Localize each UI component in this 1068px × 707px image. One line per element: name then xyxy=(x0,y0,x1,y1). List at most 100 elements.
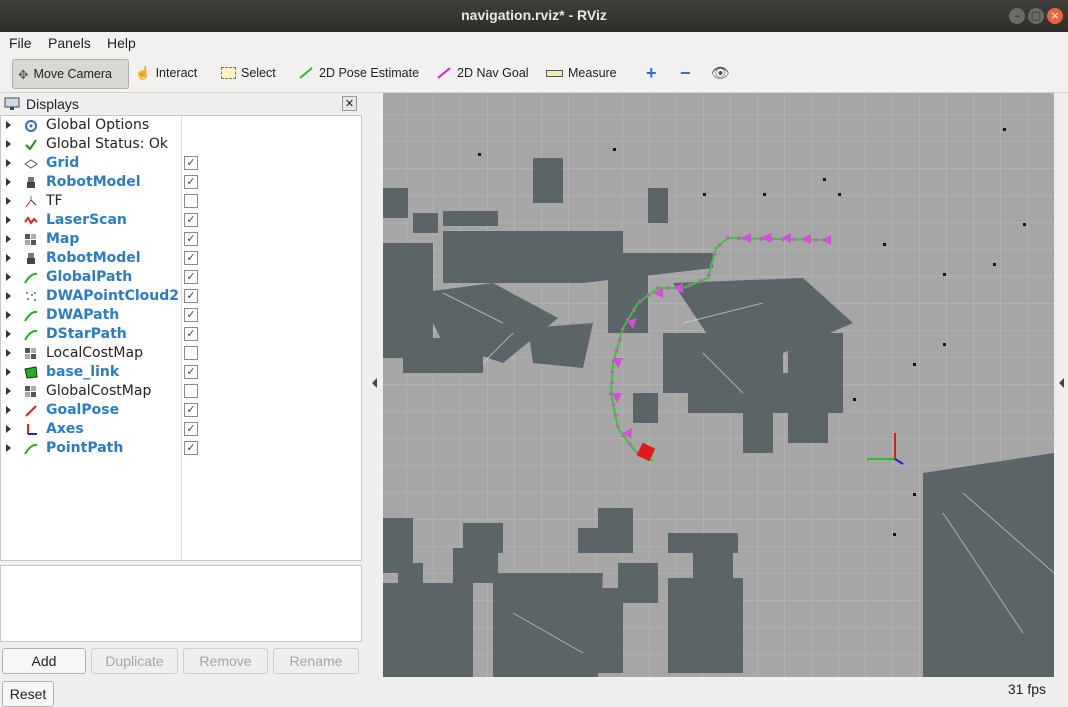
display-item-localcostmap[interactable]: LocalCostMap xyxy=(1,344,361,363)
display-item-laserscan[interactable]: LaserScan ✓ xyxy=(1,211,361,230)
expand-arrow-icon[interactable] xyxy=(6,444,11,452)
display-enable-checkbox[interactable] xyxy=(184,384,198,398)
display-enable-checkbox[interactable] xyxy=(184,346,198,360)
reset-button[interactable]: Reset xyxy=(2,681,54,707)
display-enable-checkbox[interactable]: ✓ xyxy=(184,251,198,265)
expand-arrow-icon[interactable] xyxy=(6,254,11,262)
display-enable-checkbox[interactable]: ✓ xyxy=(184,422,198,436)
expand-arrow-icon[interactable] xyxy=(6,178,11,186)
window-titlebar: navigation.rviz* - RViz – □ × xyxy=(0,0,1068,32)
interact-label: Interact xyxy=(155,66,198,80)
duplicate-button[interactable]: Duplicate xyxy=(91,648,178,674)
display-enable-checkbox[interactable]: ✓ xyxy=(184,441,198,455)
display-enable-checkbox[interactable]: ✓ xyxy=(184,232,198,246)
interact-tool[interactable]: ☝ Interact xyxy=(135,59,197,87)
tf-icon xyxy=(25,196,37,208)
display-enable-checkbox[interactable]: ✓ xyxy=(184,213,198,227)
display-item-global-options[interactable]: Global Options xyxy=(1,116,361,135)
add-tool-icon[interactable]: + xyxy=(646,59,657,87)
hand-icon: ☝ xyxy=(135,65,151,80)
display-item-label: Global Options xyxy=(46,117,150,133)
display-item-label: RobotModel xyxy=(46,174,141,190)
display-enable-checkbox[interactable]: ✓ xyxy=(184,327,198,341)
polygon-icon xyxy=(24,366,38,379)
expand-arrow-icon[interactable] xyxy=(6,235,11,243)
expand-arrow-icon[interactable] xyxy=(6,311,11,319)
display-item-label: Axes xyxy=(46,421,84,437)
display-item-dwapath[interactable]: DWAPath ✓ xyxy=(1,306,361,325)
expand-arrow-icon[interactable] xyxy=(6,349,11,357)
displays-panel: Displays ✕ Global Options Global Status: … xyxy=(0,93,363,676)
pose-estimate-label: 2D Pose Estimate xyxy=(319,66,420,80)
axes-icon xyxy=(27,424,37,435)
robot-icon xyxy=(27,253,35,264)
display-item-robotmodel[interactable]: RobotModel ✓ xyxy=(1,173,361,192)
display-item-tf[interactable]: TF xyxy=(1,192,361,211)
remove-tool-icon[interactable]: − xyxy=(680,59,691,87)
menu-panels[interactable]: Panels xyxy=(48,35,91,51)
display-item-grid[interactable]: Grid ✓ xyxy=(1,154,361,173)
expand-arrow-icon[interactable] xyxy=(6,216,11,224)
expand-arrow-icon[interactable] xyxy=(6,368,11,376)
maximize-icon[interactable]: □ xyxy=(1028,8,1044,24)
display-item-label: Grid xyxy=(46,155,80,171)
display-item-map[interactable]: Map ✓ xyxy=(1,230,361,249)
move-camera-tool[interactable]: ✥ Move Camera xyxy=(12,59,129,89)
pose-estimate-tool[interactable]: 2D Pose Estimate xyxy=(298,59,419,87)
window-title: navigation.rviz* - RViz xyxy=(461,7,607,23)
display-item-dstarpath[interactable]: DStarPath ✓ xyxy=(1,325,361,344)
expand-arrow-icon[interactable] xyxy=(6,121,11,129)
add-button[interactable]: Add xyxy=(2,648,86,674)
display-item-globalpath[interactable]: GlobalPath ✓ xyxy=(1,268,361,287)
expand-arrow-icon[interactable] xyxy=(6,159,11,167)
expand-arrow-icon[interactable] xyxy=(6,273,11,281)
display-item-globalcostmap[interactable]: GlobalCostMap xyxy=(1,382,361,401)
nav-goal-tool[interactable]: 2D Nav Goal xyxy=(436,59,529,87)
gear-icon xyxy=(25,120,37,132)
remove-button[interactable]: Remove xyxy=(183,648,268,674)
expand-arrow-icon[interactable] xyxy=(6,406,11,414)
rename-button[interactable]: Rename xyxy=(273,648,359,674)
minimize-icon[interactable]: – xyxy=(1009,8,1025,24)
panel-close-icon[interactable]: ✕ xyxy=(342,96,357,111)
display-item-pointpath[interactable]: PointPath ✓ xyxy=(1,439,361,458)
display-enable-checkbox[interactable]: ✓ xyxy=(184,308,198,322)
display-enable-checkbox[interactable]: ✓ xyxy=(184,156,198,170)
display-enable-checkbox[interactable]: ✓ xyxy=(184,175,198,189)
display-enable-checkbox[interactable]: ✓ xyxy=(184,365,198,379)
display-enable-checkbox[interactable]: ✓ xyxy=(184,403,198,417)
magenta-arrow-icon xyxy=(437,67,451,79)
check-icon xyxy=(25,139,37,151)
display-item-label: RobotModel xyxy=(46,250,141,266)
menu-file[interactable]: File xyxy=(9,35,32,51)
move-camera-label: Move Camera xyxy=(33,67,112,81)
render-view[interactable] xyxy=(383,93,1054,677)
map-canvas[interactable] xyxy=(383,93,1054,677)
expand-arrow-icon[interactable] xyxy=(6,387,11,395)
display-item-base-link[interactable]: base_link ✓ xyxy=(1,363,361,382)
expand-arrow-icon[interactable] xyxy=(6,197,11,205)
view-eye-icon[interactable]: 👁 xyxy=(711,59,730,87)
expand-arrow-icon[interactable] xyxy=(6,330,11,338)
display-enable-checkbox[interactable]: ✓ xyxy=(184,270,198,284)
select-tool[interactable]: Select xyxy=(221,59,276,87)
menu-help[interactable]: Help xyxy=(107,35,136,51)
collapse-right-icon[interactable] xyxy=(1059,378,1064,388)
display-enable-checkbox[interactable]: ✓ xyxy=(184,289,198,303)
measure-tool[interactable]: Measure xyxy=(546,59,617,87)
display-item-goalpose[interactable]: GoalPose ✓ xyxy=(1,401,361,420)
display-item-axes[interactable]: Axes ✓ xyxy=(1,420,361,439)
display-item-dwapointcloud2[interactable]: DWAPointCloud2 ✓ xyxy=(1,287,361,306)
display-item-robotmodel[interactable]: RobotModel ✓ xyxy=(1,249,361,268)
expand-arrow-icon[interactable] xyxy=(6,140,11,148)
map-icon xyxy=(25,234,36,245)
close-icon[interactable]: × xyxy=(1047,8,1063,24)
collapse-left-icon[interactable] xyxy=(372,378,377,388)
display-item-global-status-ok[interactable]: Global Status: Ok xyxy=(1,135,361,154)
monitor-icon xyxy=(4,97,20,110)
expand-arrow-icon[interactable] xyxy=(6,292,11,300)
display-enable-checkbox[interactable] xyxy=(184,194,198,208)
expand-arrow-icon[interactable] xyxy=(6,425,11,433)
display-item-label: base_link xyxy=(46,364,120,380)
path-icon xyxy=(24,310,38,322)
